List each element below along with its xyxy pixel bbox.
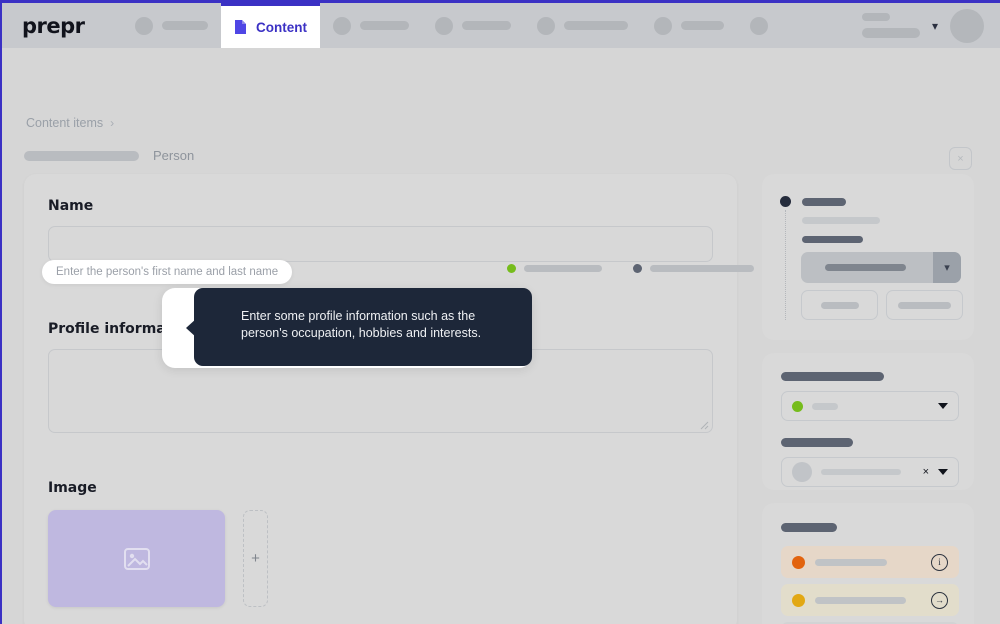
image-list: + [48, 510, 268, 607]
add-image-button[interactable]: + [243, 510, 268, 607]
status-item-draft[interactable] [633, 264, 754, 273]
skeleton-dot-icon [135, 16, 153, 35]
chevron-down-icon[interactable]: ▾ [932, 20, 938, 32]
name-input[interactable] [48, 226, 713, 262]
skeleton-select-value [812, 402, 838, 410]
tab-content-label: Content [256, 19, 307, 35]
skeleton-select-value [825, 264, 906, 271]
skeleton-dot-icon [654, 16, 672, 35]
page-title: Person [153, 148, 195, 163]
status-indicators [507, 264, 754, 273]
skeleton-status-label [650, 265, 754, 272]
clear-icon[interactable]: × [923, 466, 929, 478]
workflow-button-1[interactable] [801, 290, 878, 320]
arrow-circle-right-icon[interactable]: → [931, 591, 948, 609]
skeleton-card-meta [802, 236, 863, 243]
skeleton-button-label [898, 301, 951, 309]
chevron-down-icon[interactable]: ▾ [933, 252, 961, 283]
tab-skeleton-4[interactable] [524, 3, 641, 48]
browser-window: prepr Content ▾ Content items › Person ×… [0, 0, 1000, 624]
skeleton-row-label [815, 558, 887, 566]
skeleton-field-label-2 [781, 438, 853, 447]
avatar [792, 462, 812, 482]
tab-skeleton-2[interactable] [320, 3, 422, 48]
skeleton-select-value [821, 469, 901, 475]
status-dot-icon [633, 264, 642, 273]
skeleton-entity-type [24, 150, 139, 161]
close-button[interactable]: × [949, 147, 972, 170]
skeleton-card-title [781, 523, 837, 532]
tab-skeleton-5[interactable] [641, 3, 737, 48]
skeleton-label [564, 21, 628, 30]
skeleton-label [162, 21, 208, 30]
skeleton-account-org [861, 28, 920, 38]
account-area[interactable]: ▾ [861, 8, 1000, 43]
breadcrumb: Content items › [26, 116, 114, 130]
timeline-dot-icon [780, 196, 791, 207]
resize-grip-icon[interactable] [700, 421, 709, 430]
image-icon [123, 547, 150, 570]
document-icon [234, 19, 247, 35]
skeleton-status-label [524, 265, 602, 272]
skeleton-card-subtitle [802, 217, 880, 224]
chevron-right-icon: › [110, 116, 115, 130]
tab-list: Content [122, 3, 862, 48]
entity-header: Person [24, 148, 194, 163]
skeleton-card-title [802, 198, 846, 206]
skeleton-account-name [861, 13, 890, 21]
notification-row-1[interactable]: i [781, 546, 959, 578]
image-field-group: Image + [48, 480, 268, 607]
avatar[interactable] [950, 8, 984, 43]
workflow-button-2[interactable] [886, 290, 963, 320]
tab-content[interactable]: Content [221, 3, 320, 48]
name-field-group: Name [48, 198, 713, 262]
status-dot-icon [507, 264, 516, 273]
skeleton-dot-icon [750, 16, 768, 35]
skeleton-dot-icon [333, 16, 351, 35]
status-select[interactable] [781, 391, 959, 421]
tab-skeleton-6[interactable] [737, 3, 781, 48]
image-label: Image [48, 480, 97, 496]
app-logo[interactable]: prepr [2, 14, 122, 38]
content-form-card: Name Profile information i Image [24, 174, 737, 624]
status-item-published[interactable] [507, 264, 602, 273]
caret-down-icon[interactable] [938, 403, 948, 409]
page-body: Content items › Person × Name Profile in… [2, 48, 1000, 624]
skeleton-label [681, 21, 724, 30]
assignee-select[interactable]: × [781, 457, 959, 487]
skeleton-button-label [820, 301, 859, 309]
close-icon: × [957, 152, 964, 165]
status-dot-icon [792, 400, 803, 412]
caret-down-icon[interactable] [938, 469, 948, 475]
skeleton-label [360, 21, 409, 30]
name-hint-tooltip: Enter the person's first name and last n… [42, 260, 293, 284]
status-dot-icon [792, 593, 805, 607]
sidebar-card-notifications: i → [762, 503, 974, 624]
sidebar-card-properties: × [762, 353, 974, 490]
profile-info-tooltip: Enter some profile information such as t… [162, 288, 532, 368]
skeleton-dot-icon [537, 16, 555, 35]
skeleton-row-label [815, 596, 906, 604]
tab-skeleton-3[interactable] [422, 3, 524, 48]
tab-skeleton-1[interactable] [122, 3, 221, 48]
skeleton-field-label-1 [781, 372, 884, 381]
sidebar-card-workflow: ▾ [762, 174, 974, 340]
notification-row-2[interactable]: → [781, 584, 959, 616]
skeleton-label [462, 21, 511, 30]
tooltip-body: Enter some profile information such as t… [194, 288, 532, 366]
image-thumbnail[interactable] [48, 510, 225, 607]
account-labels [861, 13, 920, 38]
status-dot-icon [792, 555, 805, 569]
tooltip-arrow-icon [186, 318, 197, 338]
info-circle-icon[interactable]: i [931, 553, 948, 571]
skeleton-dot-icon [435, 16, 453, 35]
plus-icon: + [251, 550, 260, 567]
top-navigation-bar: prepr Content ▾ [2, 3, 1000, 48]
breadcrumb-root-link[interactable]: Content items [26, 116, 103, 130]
workflow-select[interactable]: ▾ [801, 252, 961, 283]
name-label: Name [48, 198, 94, 214]
timeline-line [785, 210, 786, 320]
